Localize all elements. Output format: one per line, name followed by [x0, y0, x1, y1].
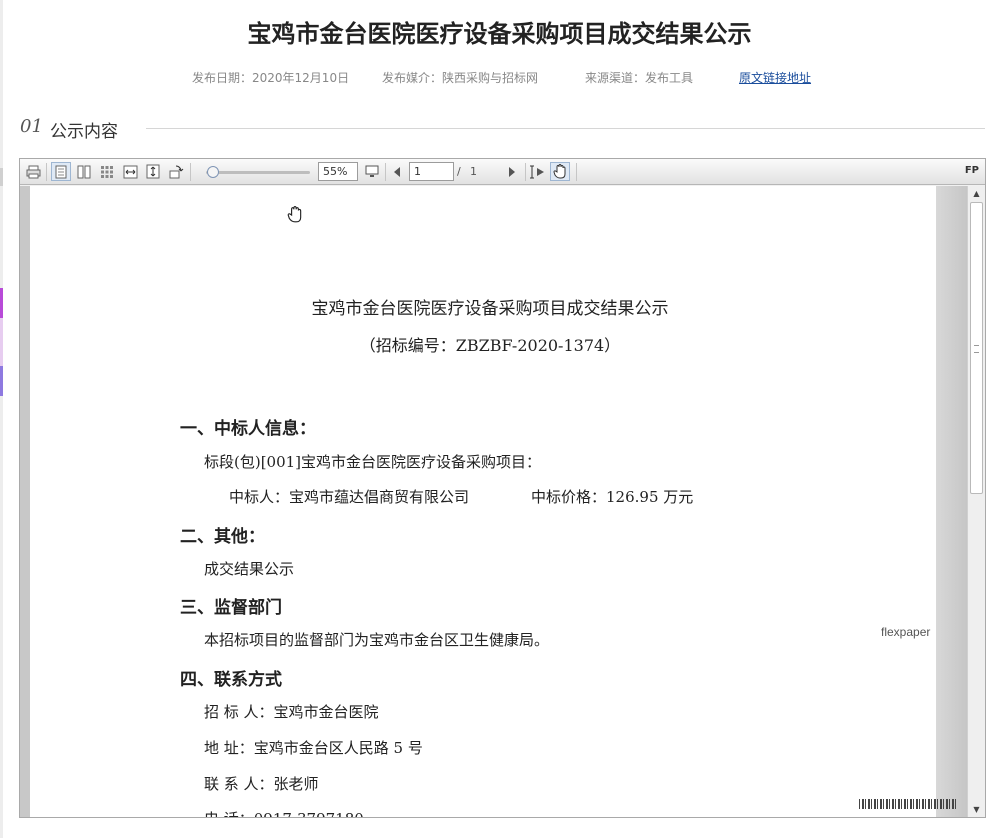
toolbar-separator	[385, 163, 386, 181]
price-line: 中标价格：126.95 万元	[531, 488, 694, 506]
scroll-down-icon[interactable]: ▼	[969, 802, 984, 817]
contact-tenderer: 招 标 人：宝鸡市金台医院	[204, 703, 379, 721]
flexpaper-logo[interactable]: FP	[965, 165, 979, 176]
hand-cursor-icon	[287, 205, 303, 227]
fullscreen-icon[interactable]	[362, 162, 382, 181]
toolbar-separator	[525, 163, 526, 181]
text-select-icon[interactable]	[528, 162, 548, 181]
viewer-toolbar: 55% 1 / 1 FP	[20, 159, 985, 185]
hand-tool-icon[interactable]	[550, 162, 570, 181]
supervision-line: 本招标项目的监督部门为宝鸡市金台区卫生健康局。	[204, 631, 550, 649]
source-channel: 来源渠道：发布工具	[585, 71, 694, 85]
left-edge-strip	[0, 168, 3, 186]
contact-phone: 电 话：0917-3797180	[204, 808, 364, 817]
section-heading-3: 三、监督部门	[180, 598, 282, 618]
winner-line: 中标人：宝鸡市蕴达倡商贸有限公司	[229, 488, 470, 506]
scroll-up-icon[interactable]: ▲	[969, 186, 984, 201]
toolbar-separator	[46, 163, 47, 181]
document-page: 宝鸡市金台医院医疗设备采购项目成交结果公示 （招标编号：ZBZBF-2020-1…	[30, 186, 936, 817]
vertical-scrollbar[interactable]: ▲ ▼	[967, 186, 985, 817]
page-shadow	[936, 186, 967, 817]
contact-person: 联 系 人：张老师	[204, 775, 319, 793]
left-edge-strip	[0, 366, 3, 396]
section-number: 01	[20, 116, 43, 137]
section-label: 公示内容	[50, 122, 118, 142]
fit-height-icon[interactable]	[143, 162, 163, 181]
scrollbar-thumb[interactable]	[970, 202, 983, 494]
page-total: 1	[470, 165, 477, 178]
thumbnail-icon[interactable]	[97, 162, 117, 181]
single-page-icon[interactable]	[51, 162, 71, 181]
print-icon[interactable]	[23, 162, 43, 181]
zoom-slider-knob[interactable]	[207, 166, 219, 178]
document-subtitle: （招标编号：ZBZBF-2020-1374）	[359, 336, 621, 355]
scrollbar-grip	[974, 345, 979, 353]
section-divider	[146, 128, 985, 129]
other-line: 成交结果公示	[204, 560, 295, 578]
document-title: 宝鸡市金台医院医疗设备采购项目成交结果公示	[311, 299, 669, 319]
contact-address: 地 址：宝鸡市金台区人民路 5 号	[204, 739, 423, 757]
barcode-graphic	[859, 799, 957, 809]
toolbar-separator	[576, 163, 577, 181]
section-heading-4: 四、联系方式	[180, 670, 282, 690]
meta-row: 发布日期：2020年12月10日 发布媒介：陕西采购与招标网 来源渠道：发布工具…	[0, 69, 999, 87]
section-heading-1: 一、中标人信息：	[180, 419, 316, 439]
toolbar-separator	[190, 163, 191, 181]
fit-width-icon[interactable]	[120, 162, 140, 181]
page-separator: /	[457, 165, 461, 178]
flexpaper-watermark: flexpaper	[881, 625, 931, 639]
next-page-icon[interactable]	[502, 162, 522, 181]
zoom-slider-track[interactable]	[206, 171, 310, 174]
section-heading-2: 二、其他：	[180, 527, 265, 547]
left-edge-strip	[0, 288, 3, 318]
document-viewer: 55% 1 / 1 FP 宝鸡市金台医院医疗设备采购项目成交结果公示 （招标编号…	[19, 158, 986, 818]
section-header: 01 公示内容	[20, 115, 985, 142]
bid-lot-line: 标段(包)[001]宝鸡市金台医院医疗设备采购项目：	[204, 453, 542, 471]
page-title: 宝鸡市金台医院医疗设备采购项目成交结果公示	[247, 20, 752, 48]
publish-date: 发布日期：2020年12月10日	[192, 71, 350, 85]
left-edge-strip	[0, 318, 3, 366]
publish-media: 发布媒介：陕西采购与招标网	[382, 71, 539, 85]
two-page-icon[interactable]	[74, 162, 94, 181]
zoom-input[interactable]: 55%	[318, 162, 358, 181]
rotate-icon[interactable]	[166, 162, 186, 181]
document-canvas[interactable]: 宝鸡市金台医院医疗设备采购项目成交结果公示 （招标编号：ZBZBF-2020-1…	[20, 186, 967, 817]
prev-page-icon[interactable]	[387, 162, 407, 181]
page-number-input[interactable]: 1	[409, 162, 454, 181]
original-link[interactable]: 原文链接地址	[739, 69, 811, 86]
left-edge	[0, 0, 3, 838]
